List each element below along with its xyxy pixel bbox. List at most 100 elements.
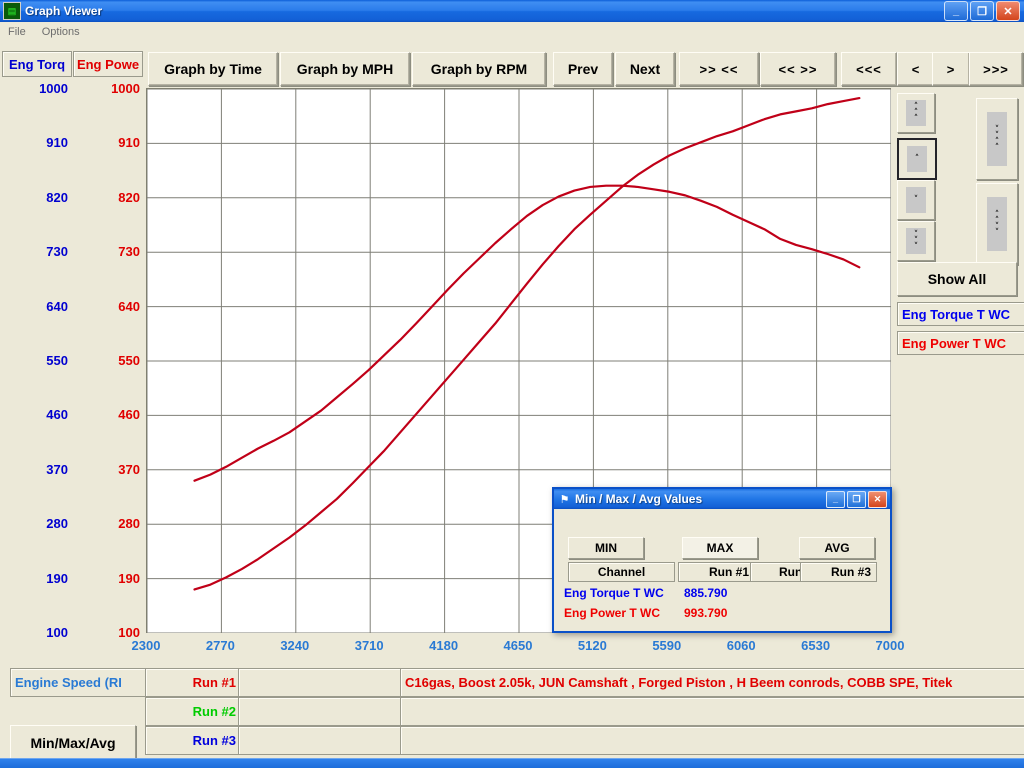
- next-button[interactable]: Next: [615, 52, 675, 86]
- run-label-1[interactable]: Run #1: [145, 668, 245, 697]
- zoom-contract-button[interactable]: ˅ ˅ ˄ ˄: [976, 98, 1018, 180]
- chevron-icon: ˅: [906, 187, 926, 213]
- y-tick: 730 730: [0, 244, 144, 260]
- prev-button[interactable]: Prev: [553, 52, 613, 86]
- close-button[interactable]: ✕: [996, 1, 1020, 21]
- y-tick-power: 460: [118, 407, 140, 423]
- y-tick-torque: 640: [46, 298, 68, 314]
- y-tick: 100 100: [0, 625, 144, 640]
- graph-by-time-button[interactable]: Graph by Time: [148, 52, 278, 86]
- x-tick: 5120: [577, 638, 607, 653]
- scroll-up-button[interactable]: ˄: [897, 138, 937, 180]
- scroll-top-button[interactable]: ˄ ˄ ˄: [897, 93, 935, 133]
- dialog-title: Min / Max / Avg Values: [575, 492, 703, 506]
- step-left-button[interactable]: <: [897, 52, 935, 86]
- graph-by-mph-button[interactable]: Graph by MPH: [280, 52, 410, 86]
- col-channel[interactable]: Channel: [568, 562, 675, 582]
- dialog-row-run1-value: 993.790: [684, 606, 728, 620]
- window-controls: _ ❐ ✕: [944, 1, 1020, 21]
- min-button[interactable]: MIN: [568, 537, 644, 559]
- dialog-flag-icon: ⚑: [559, 493, 570, 506]
- x-tick: 3710: [354, 638, 384, 653]
- y-tick: 1000 1000: [0, 81, 144, 96]
- x-axis-labels: 2300 2770 3240 3710 4180 4650 5120 5590 6060 6530…: [0, 638, 1024, 658]
- zoom-out-x-button[interactable]: << >>: [760, 52, 836, 86]
- run-description-2[interactable]: [400, 697, 1024, 726]
- x-tick: 5590: [652, 638, 682, 653]
- run-note-1[interactable]: [238, 668, 402, 697]
- y-tick: 190 190: [0, 570, 144, 586]
- y-tick-power: 640: [118, 298, 140, 314]
- zoom-in-x-button[interactable]: >> <<: [679, 52, 759, 86]
- y-tick-torque: 1000: [39, 81, 68, 96]
- max-button[interactable]: MAX: [682, 537, 758, 559]
- x-tick: 2770: [205, 638, 235, 653]
- scroll-down-button[interactable]: ˅: [897, 180, 935, 220]
- y-tick-power: 820: [118, 189, 140, 205]
- step-right-button[interactable]: >: [932, 52, 970, 86]
- dialog-close-button[interactable]: ✕: [868, 490, 887, 508]
- graph-by-rpm-button[interactable]: Graph by RPM: [412, 52, 546, 86]
- y-tick: 640 640: [0, 298, 144, 314]
- dialog-titlebar: ⚑ Min / Max / Avg Values _ ❐ ✕: [554, 489, 890, 509]
- dialog-restore-button[interactable]: ❐: [847, 490, 866, 508]
- y-tick: 550 550: [0, 353, 144, 368]
- run-label-3[interactable]: Run #3: [145, 726, 245, 755]
- menu-item-options[interactable]: Options: [34, 24, 88, 40]
- y-tick-torque: 820: [46, 189, 68, 205]
- y-tick-power: 190: [118, 570, 140, 586]
- col-run1[interactable]: Run #1: [678, 562, 755, 582]
- y-tick-torque: 730: [46, 244, 68, 260]
- zoom-expand-button[interactable]: ˄ ˄ ˅ ˅: [976, 183, 1018, 265]
- axis-header-torque[interactable]: Eng Torq: [2, 51, 72, 77]
- y-tick: 370 370: [0, 461, 144, 477]
- y-tick-power: 1000: [111, 81, 140, 96]
- x-channel-field[interactable]: Engine Speed (RI: [10, 668, 148, 697]
- legend-item-power[interactable]: Eng Power T WC: [897, 331, 1024, 355]
- x-tick: 4180: [429, 638, 459, 653]
- page-right-button[interactable]: >>>: [969, 52, 1023, 86]
- dialog-row-run1-value: 885.790: [684, 586, 728, 600]
- y-tick-power: 280: [118, 516, 140, 532]
- minimize-button[interactable]: _: [944, 1, 968, 21]
- run-note-2[interactable]: [238, 697, 402, 726]
- y-tick-power: 730: [118, 244, 140, 260]
- run-label-2[interactable]: Run #2: [145, 697, 245, 726]
- y-tick-torque: 370: [46, 461, 68, 477]
- chevron-icon: ˅ ˅ ˄ ˄: [987, 112, 1007, 166]
- y-tick: 460 460: [0, 407, 144, 423]
- dialog-row-channel: Eng Power T WC: [564, 606, 660, 620]
- page-left-button[interactable]: <<<: [841, 52, 897, 86]
- x-tick: 6530: [801, 638, 831, 653]
- avg-button[interactable]: AVG: [799, 537, 875, 559]
- scroll-bottom-button[interactable]: ˅ ˅ ˅: [897, 221, 935, 261]
- chevron-icon: ˄ ˄ ˅ ˅: [987, 197, 1007, 251]
- min-max-avg-button[interactable]: Min/Max/Avg: [10, 725, 136, 760]
- axis-header-power[interactable]: Eng Powe: [73, 51, 143, 77]
- window-titlebar: ▤ Graph Viewer _ ❐ ✕: [0, 0, 1024, 23]
- x-tick: 7000: [875, 638, 905, 653]
- legend-item-torque[interactable]: Eng Torque T WC: [897, 302, 1024, 326]
- dialog-minimize-button[interactable]: _: [826, 490, 845, 508]
- run-description-3[interactable]: [400, 726, 1024, 755]
- y-tick-torque: 460: [46, 407, 68, 423]
- menu-item-file[interactable]: File: [0, 24, 34, 40]
- col-run3[interactable]: Run #3: [800, 562, 877, 582]
- chevron-icon: ˅ ˅ ˅: [906, 228, 926, 254]
- x-tick: 6060: [726, 638, 756, 653]
- show-all-button[interactable]: Show All: [897, 262, 1017, 296]
- run-description-1[interactable]: C16gas, Boost 2.05k, JUN Camshaft , Forg…: [400, 668, 1024, 697]
- x-tick: 3240: [280, 638, 310, 653]
- graph-viewer-window: ▤ Graph Viewer _ ❐ ✕ File Options Eng Tor…: [0, 0, 1024, 768]
- y-tick-torque: 280: [46, 516, 68, 532]
- y-tick: 910 910: [0, 135, 144, 150]
- chevron-icon: ˄: [907, 146, 927, 172]
- run-note-3[interactable]: [238, 726, 402, 755]
- min-max-avg-dialog: ⚑ Min / Max / Avg Values _ ❐ ✕ MIN MAX AVG…: [552, 487, 892, 633]
- restore-button[interactable]: ❐: [970, 1, 994, 21]
- dialog-row-channel: Eng Torque T WC: [564, 586, 664, 600]
- y-tick-torque: 550: [46, 353, 68, 368]
- window-title: Graph Viewer: [25, 4, 103, 18]
- y-axis-labels: 1000 1000 910 910 820 820 730 730 640 640 550 550 46…: [0, 80, 144, 640]
- graph-app-icon: ▤: [3, 2, 21, 20]
